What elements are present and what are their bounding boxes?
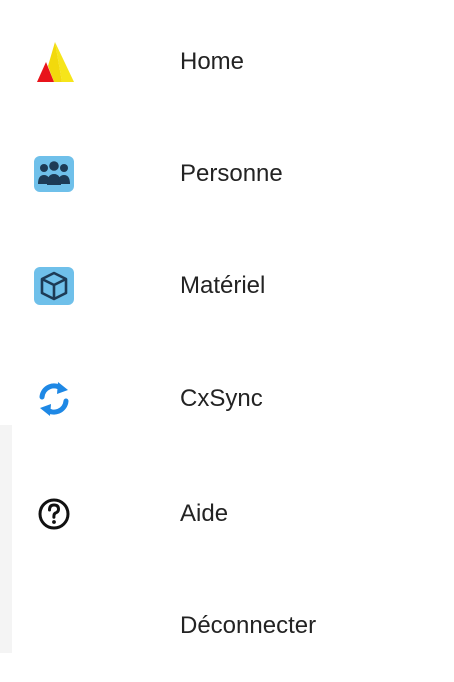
menu-item-aide[interactable]: Aide [12, 458, 454, 570]
menu-item-cxsync[interactable]: CxSync [12, 343, 454, 455]
menu-item-label: Matériel [180, 272, 266, 299]
cube-icon [34, 267, 74, 305]
menu-item-label: Home [180, 48, 245, 75]
menu-item-deconnecter[interactable]: Déconnecter [12, 570, 454, 682]
menu-item-label: Aide [180, 500, 229, 527]
app-logo-icon [37, 42, 74, 82]
menu-item-label: Personne [180, 160, 283, 187]
menu-item-label: Déconnecter [180, 612, 317, 639]
people-group-icon [34, 156, 74, 192]
sync-arrows-icon [39, 382, 69, 416]
help-circle-icon [38, 498, 70, 530]
menu-item-label: CxSync [180, 385, 263, 412]
menu-item-personne[interactable]: Personne [12, 118, 454, 230]
menu-item-home[interactable]: Home [12, 6, 454, 118]
navigation-drawer: Home Personne Matériel CxSync Aide Décon… [12, 0, 454, 653]
menu-item-materiel[interactable]: Matériel [12, 230, 454, 342]
